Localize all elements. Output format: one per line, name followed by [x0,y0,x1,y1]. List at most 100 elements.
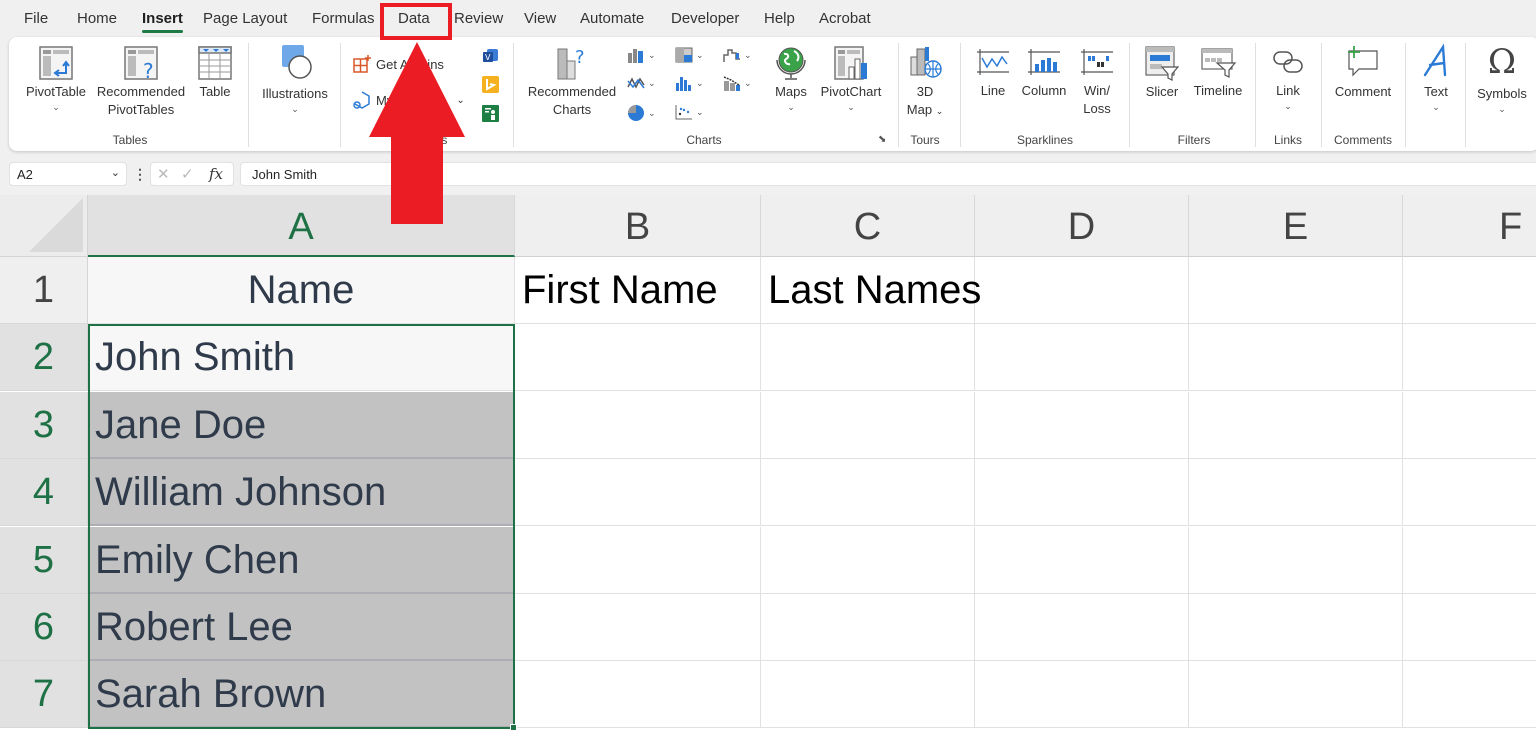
row-header-6[interactable]: 6 [0,594,88,661]
column-header-a[interactable]: A [88,195,515,257]
column-header-f[interactable]: F [1403,195,1536,257]
recommended-charts-button[interactable]: ? Recommended Charts [523,45,621,119]
cell-c5[interactable] [761,527,975,594]
column-header-d[interactable]: D [975,195,1189,257]
row-header-5[interactable]: 5 [0,527,88,594]
column-chart-button[interactable]: ⌄ [627,47,656,63]
insert-function-icon[interactable]: fx [209,165,223,183]
sparkline-line-button[interactable]: Line [971,47,1015,100]
cell-e2[interactable] [1189,324,1403,391]
cell-d6[interactable] [975,594,1189,661]
combo-chart-button[interactable]: ⌄ [723,75,752,91]
tab-data[interactable]: Data [398,10,430,27]
cell-a7[interactable]: Sarah Brown [88,661,515,728]
cell-b7[interactable] [515,661,761,728]
slicer-button[interactable]: Slicer [1139,45,1185,101]
people-graph-icon[interactable] [482,105,499,122]
cell-b6[interactable] [515,594,761,661]
symbols-button[interactable]: Ω Symbols ⌄ [1471,43,1533,115]
column-header-e[interactable]: E [1189,195,1403,257]
column-header-b[interactable]: B [515,195,761,257]
fill-handle[interactable] [510,724,517,731]
tab-page-layout[interactable]: Page Layout [203,10,287,27]
cell-f3[interactable] [1403,392,1536,459]
timeline-button[interactable]: Timeline [1187,47,1249,100]
line-chart-button[interactable]: ⌄ [627,75,656,91]
cell-f7[interactable] [1403,661,1536,728]
cell-a6[interactable]: Robert Lee [88,594,515,661]
tab-developer[interactable]: Developer [671,10,739,27]
cell-d3[interactable] [975,392,1189,459]
row-header-3[interactable]: 3 [0,392,88,459]
pivottable-button[interactable]: PivotTable ⌄ [23,45,89,113]
pivotchart-button[interactable]: PivotChart ⌄ [817,45,885,113]
charts-dialog-launcher-icon[interactable]: ⬊ [878,134,886,145]
tab-insert[interactable]: Insert [142,10,183,33]
text-button[interactable]: Text ⌄ [1413,43,1459,113]
sparkline-winloss-button[interactable]: Win/ Loss [1075,47,1119,118]
cell-a2[interactable]: John Smith [88,324,515,391]
bing-icon[interactable] [482,76,499,93]
cell-d1[interactable] [975,257,1189,324]
cell-e1[interactable] [1189,257,1403,324]
cell-c6[interactable] [761,594,975,661]
cell-b2[interactable] [515,324,761,391]
cell-d7[interactable] [975,661,1189,728]
cell-e7[interactable] [1189,661,1403,728]
3d-map-button[interactable]: 3D Map ⌄ [903,45,947,120]
cell-f1[interactable] [1403,257,1536,324]
illustrations-button[interactable]: Illustrations ⌄ [255,43,335,115]
cell-f5[interactable] [1403,527,1536,594]
hierarchy-chart-button[interactable]: ⌄ [675,47,704,63]
column-header-c[interactable]: C [761,195,975,257]
cell-d5[interactable] [975,527,1189,594]
cell-c1[interactable]: Last Names [761,257,981,324]
recommended-pivottables-button[interactable]: ? Recommended PivotTables [93,45,189,119]
tab-home[interactable]: Home [77,10,117,27]
tab-help[interactable]: Help [764,10,795,27]
cell-e4[interactable] [1189,459,1403,526]
cell-a5[interactable]: Emily Chen [88,527,515,594]
cell-c7[interactable] [761,661,975,728]
cell-f4[interactable] [1403,459,1536,526]
scatter-chart-button[interactable]: ⌄ [675,104,704,120]
row-header-2[interactable]: 2 [0,324,88,391]
cell-d2[interactable] [975,324,1189,391]
cell-e6[interactable] [1189,594,1403,661]
cell-c3[interactable] [761,392,975,459]
tab-automate[interactable]: Automate [580,10,644,27]
row-header-1[interactable]: 1 [0,257,88,324]
chevron-down-icon[interactable]: ⌄ [111,166,120,179]
visio-icon[interactable]: V [482,47,500,65]
link-button[interactable]: Link ⌄ [1263,47,1313,112]
tab-view[interactable]: View [524,10,556,27]
cell-f6[interactable] [1403,594,1536,661]
more-options-icon[interactable]: ⋮ [133,166,147,183]
enter-check-icon[interactable]: ✓ [181,165,194,183]
tab-review[interactable]: Review [454,10,503,27]
cell-a4[interactable]: William Johnson [88,459,515,526]
cell-c4[interactable] [761,459,975,526]
tab-acrobat[interactable]: Acrobat [819,10,871,27]
cell-e3[interactable] [1189,392,1403,459]
select-all-button[interactable] [0,195,88,257]
cell-d4[interactable] [975,459,1189,526]
cell-f2[interactable] [1403,324,1536,391]
maps-button[interactable]: Maps ⌄ [769,45,813,113]
cell-b1[interactable]: First Name [515,257,761,324]
my-addins-button[interactable]: My Add-ins ⌄ [352,90,465,110]
formula-input[interactable]: John Smith [240,162,1536,186]
name-box[interactable]: A2 ⌄ [9,162,127,186]
sparkline-column-button[interactable]: Column [1017,47,1071,100]
cell-e5[interactable] [1189,527,1403,594]
row-header-4[interactable]: 4 [0,459,88,526]
cell-b3[interactable] [515,392,761,459]
table-button[interactable]: Table [193,45,237,101]
cancel-icon[interactable]: ✕ [157,165,170,183]
waterfall-chart-button[interactable]: ⌄ [723,47,752,63]
cell-a3[interactable]: Jane Doe [88,392,515,459]
comment-button[interactable]: Comment [1327,45,1399,101]
cell-a1[interactable]: Name [88,257,515,324]
statistic-chart-button[interactable]: ⌄ [675,75,704,91]
row-header-7[interactable]: 7 [0,661,88,728]
